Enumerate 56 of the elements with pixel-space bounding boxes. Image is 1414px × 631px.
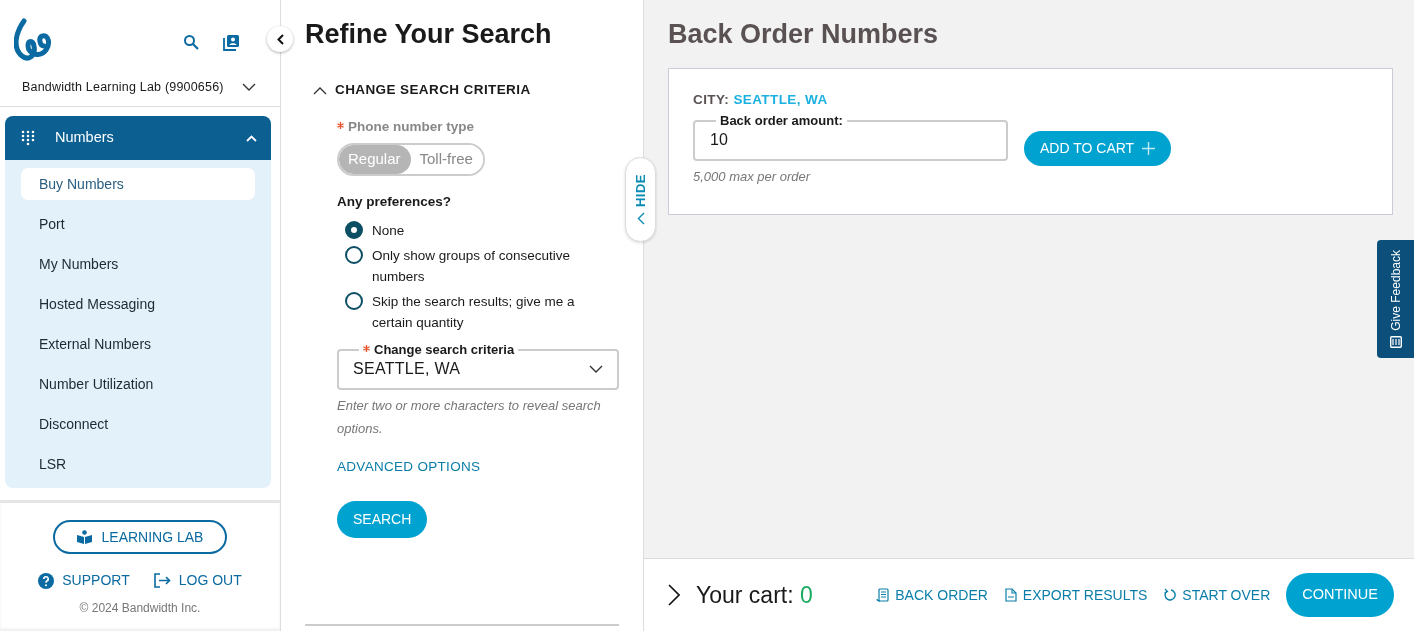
cart-summary: Your cart: 0 (696, 580, 813, 610)
section-header[interactable]: CHANGE SEARCH CRITERIA (305, 80, 619, 101)
nav-item[interactable]: Buy Numbers (21, 168, 255, 200)
hide-panel-tab[interactable]: HIDE (625, 157, 656, 242)
radio-button[interactable] (345, 292, 363, 311)
field-label: Change search criteria (374, 342, 515, 358)
nav-item[interactable]: Port (21, 208, 255, 240)
feedback-tab[interactable]: Give Feedback (1377, 240, 1414, 358)
advanced-options-link[interactable]: ADVANCED OPTIONS (337, 457, 481, 478)
chevron-down-icon[interactable] (242, 83, 256, 92)
nav-group-header[interactable]: Numbers (5, 116, 271, 160)
chevron-left-icon (276, 33, 284, 45)
nav-item[interactable]: External Numbers (21, 328, 255, 360)
radio-label: None (372, 222, 405, 241)
cart-action-link[interactable]: BACK ORDER (876, 584, 988, 606)
plus-icon (1142, 141, 1156, 155)
nav-group-label: Numbers (55, 128, 114, 148)
account-name: Bandwidth Learning Lab (9900656) (22, 79, 224, 96)
nav-item[interactable]: My Numbers (21, 248, 255, 280)
logout-icon (153, 573, 171, 588)
field-label: Back order amount: (719, 111, 844, 130)
refresh-icon (1163, 588, 1177, 602)
help-text: 5,000 max per order (693, 167, 812, 186)
logout-link[interactable]: LOG OUT (153, 570, 242, 591)
radio-button[interactable] (345, 246, 363, 265)
chevron-left-icon (636, 211, 645, 225)
chevron-down-icon (589, 365, 603, 374)
support-link[interactable]: SUPPORT (38, 570, 130, 591)
nav-item[interactable]: Hosted Messaging (21, 288, 255, 320)
collapse-sidebar-button[interactable] (267, 26, 293, 52)
nav-item[interactable]: Disconnect (21, 408, 255, 440)
help-icon (38, 572, 55, 589)
logo-icon (14, 18, 52, 62)
cart-action-link[interactable]: EXPORT RESULTS (1003, 584, 1148, 606)
nav-item[interactable]: Number Utilization (21, 368, 255, 400)
learning-lab-button[interactable]: LEARNING LAB (52, 520, 228, 554)
panel-title: Refine Your Search (305, 18, 553, 51)
field-label: Phone number type (348, 118, 474, 134)
copyright-text: © 2024 Bandwidth Inc. (78, 600, 202, 617)
dialpad-icon (21, 130, 35, 146)
search-icon[interactable] (183, 34, 199, 50)
question-label: Any preferences? (337, 192, 453, 211)
form-icon (1389, 336, 1402, 349)
nav-item[interactable]: LSR (21, 448, 255, 480)
scroll-icon (876, 588, 890, 602)
file-icon (1003, 588, 1017, 602)
radio-button[interactable] (345, 221, 363, 240)
city-text: CITY: SEATTLE, WA (693, 91, 829, 110)
chevron-right-icon[interactable] (668, 584, 680, 606)
contacts-icon[interactable] (223, 34, 240, 51)
radio-label: Skip the search results; give me a certain quantity (372, 293, 576, 333)
cart-action-link[interactable]: START OVER (1163, 584, 1271, 606)
book-reader-icon (76, 530, 92, 544)
hint-text: Enter two or more characters to reveal search options. (337, 397, 602, 439)
radio-label: Only show groups of consecutive numbers (372, 247, 572, 287)
page-title: Back Order Numbers (668, 18, 940, 51)
